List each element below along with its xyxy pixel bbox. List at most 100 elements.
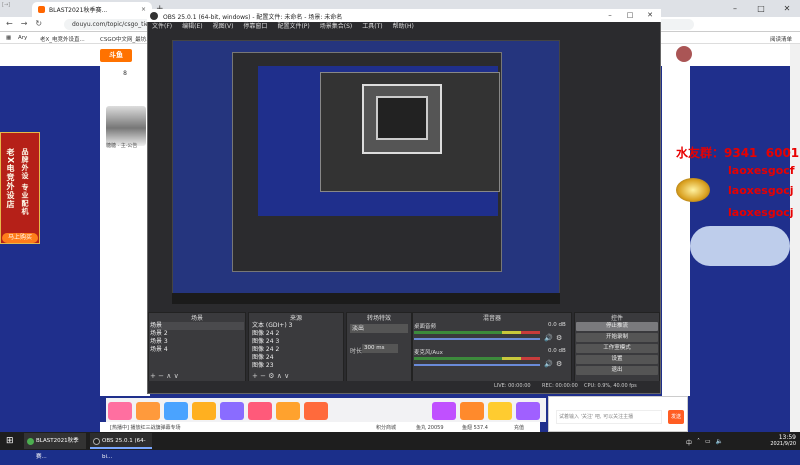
menu-docks[interactable]: 停靠窗口 [243, 22, 267, 32]
close-icon[interactable]: ✕ [774, 0, 800, 17]
add-icon[interactable]: + [150, 372, 156, 380]
menu-edit[interactable]: 编辑(E) [182, 22, 202, 32]
now-playing[interactable]: [热播中] 播放红三战旗弹幕专场 [110, 424, 181, 431]
start-recording-button[interactable]: 开始录制 [576, 333, 658, 342]
obs-title: OBS 25.0.1 (64-bit, windows) - 配置文件: 未命名… [147, 9, 661, 22]
room-bottom-bar: [热播中] 播放红三战旗弹幕专场 积分商城 鱼丸 20059 鱼翅 537.4 … [100, 422, 540, 432]
send-button[interactable]: 发送 [668, 410, 684, 424]
bookmark-3[interactable]: CSGO中文网_最坊... [100, 35, 151, 43]
gift-icon[interactable] [136, 402, 160, 420]
close-icon[interactable]: ✕ [640, 9, 660, 22]
obs-menubar: 文件(F) 编辑(E) 视图(V) 停靠窗口 配置文件(P) 场景集合(S) 工… [148, 22, 660, 32]
gift-icon[interactable] [304, 402, 328, 420]
source-item[interactable]: 文本 (GDI+) 3 [252, 322, 342, 330]
transition-select[interactable]: 淡出 [350, 324, 408, 333]
mixer-channel-2-name: 麦克风/Aux [414, 350, 443, 356]
recharge-link[interactable]: 充值 [514, 424, 524, 431]
avatar[interactable] [676, 46, 692, 62]
menu-tools[interactable]: 工具(T) [362, 22, 382, 32]
volume-slider[interactable] [414, 338, 540, 340]
tab-close-icon[interactable]: × [141, 6, 146, 13]
up-icon[interactable]: ∧ [166, 372, 171, 380]
browser-tab[interactable]: BLAST2021秋季赛... × [32, 2, 152, 17]
source-item[interactable]: 图像 24 2 [252, 330, 342, 338]
chat-input[interactable]: 试着输入 '关注' 吧, 可以关注主播 [556, 410, 662, 424]
menu-help[interactable]: 帮助(H) [393, 22, 414, 32]
fish-balls: 鱼丸 20059 [416, 425, 444, 431]
page-scrollbar[interactable] [790, 44, 800, 432]
menu-profile[interactable]: 配置文件(P) [277, 22, 309, 32]
menu-scene-collection[interactable]: 场景集合(S) [320, 22, 353, 32]
obs-statusbar: LIVE: 00:00:00 REC: 00:00:00 CPU: 0.9%, … [148, 381, 660, 392]
gear-icon[interactable]: ⚙ [556, 360, 562, 368]
gear-icon[interactable]: ⚙ [268, 372, 274, 380]
gift-icon[interactable] [108, 402, 132, 420]
mixer-channel-1-db: 0.0 dB [548, 322, 566, 328]
scene-item[interactable]: 场景 [150, 322, 244, 330]
obs-icon [93, 438, 100, 445]
chrome-icon [27, 438, 34, 445]
back-icon[interactable]: ← [6, 19, 13, 28]
scene-item[interactable]: 场景 4 [150, 346, 244, 354]
speaker-icon[interactable]: 🔊 [544, 334, 553, 342]
clock-date[interactable]: 2021/9/20 [760, 441, 796, 447]
volume-icon[interactable]: 🔈 [716, 438, 723, 447]
mixer-channel-2-db: 0.0 dB [548, 348, 566, 354]
scene-item[interactable]: 场景 3 [150, 338, 244, 346]
source-item[interactable]: 图像 24 [252, 354, 342, 362]
reading-list[interactable]: 阅读清单 [770, 35, 792, 43]
volume-slider[interactable] [414, 364, 540, 366]
ime-indicator[interactable]: 中 [686, 438, 692, 447]
down-icon[interactable]: ∨ [174, 372, 179, 380]
scene-item[interactable]: 场景 2 [150, 330, 244, 338]
cat-thumbnail[interactable] [106, 106, 146, 146]
clock-time[interactable]: 13:59 [760, 434, 796, 441]
gear-icon[interactable]: ⚙ [556, 334, 562, 342]
apps-icon[interactable]: ▦ [6, 35, 11, 41]
buy-now-button[interactable]: 马上购买 [2, 233, 38, 243]
windows-start-icon[interactable]: ⊞ [6, 436, 14, 446]
stop-streaming-button[interactable]: 停止推流 [576, 322, 658, 331]
bookmark-2[interactable]: 老X_电竞外设直... [40, 35, 85, 43]
minimize-icon[interactable]: – [722, 0, 748, 17]
maximize-icon[interactable]: □ [620, 9, 640, 22]
forward-icon[interactable]: → [21, 19, 28, 28]
up-icon[interactable]: ∧ [277, 372, 282, 380]
fish-fins: 鱼翅 537.4 [462, 425, 488, 431]
chevron-up-icon[interactable]: ˄ [697, 438, 700, 447]
minimize-icon[interactable]: – [600, 9, 620, 22]
gift-icon[interactable] [516, 402, 540, 420]
network-icon[interactable]: ▭ [705, 438, 711, 447]
gift-icon[interactable] [276, 402, 300, 420]
speaker-icon[interactable]: 🔊 [544, 360, 553, 368]
gift-icon[interactable] [164, 402, 188, 420]
gift-icon[interactable] [248, 402, 272, 420]
menu-view[interactable]: 视图(V) [213, 22, 234, 32]
maximize-icon[interactable]: □ [748, 0, 774, 17]
bookmark-1[interactable]: Ary [18, 35, 27, 41]
reload-icon[interactable]: ↻ [35, 19, 42, 28]
points-mall[interactable]: 积分商城 [376, 424, 396, 431]
source-item[interactable]: 图像 24 2 [252, 346, 342, 354]
overlay-name-2: laoxesgocj [728, 184, 794, 197]
gift-icon[interactable] [432, 402, 456, 420]
studio-mode-button[interactable]: 工作室模式 [576, 344, 658, 353]
source-item[interactable]: 图像 23 [252, 362, 342, 370]
source-item[interactable]: 图像 24 3 [252, 338, 342, 346]
remove-icon[interactable]: − [260, 372, 266, 380]
settings-button[interactable]: 设置 [576, 355, 658, 364]
douyu-logo[interactable]: 斗鱼 [100, 49, 132, 62]
gift-icon[interactable] [460, 402, 484, 420]
gift-icon[interactable] [488, 402, 512, 420]
duration-field[interactable]: 300 ms [362, 344, 398, 353]
gift-icon[interactable] [192, 402, 216, 420]
controls-title: 控件 [610, 315, 623, 322]
menu-file[interactable]: 文件(F) [152, 22, 172, 32]
gift-icon[interactable] [220, 402, 244, 420]
rec-timer: REC: 00:00:00 [542, 383, 578, 389]
obs-window-controls: – □ ✕ [600, 9, 660, 22]
exit-button[interactable]: 退出 [576, 366, 658, 375]
down-icon[interactable]: ∨ [284, 372, 289, 380]
remove-icon[interactable]: − [158, 372, 164, 380]
add-icon[interactable]: + [252, 372, 258, 380]
